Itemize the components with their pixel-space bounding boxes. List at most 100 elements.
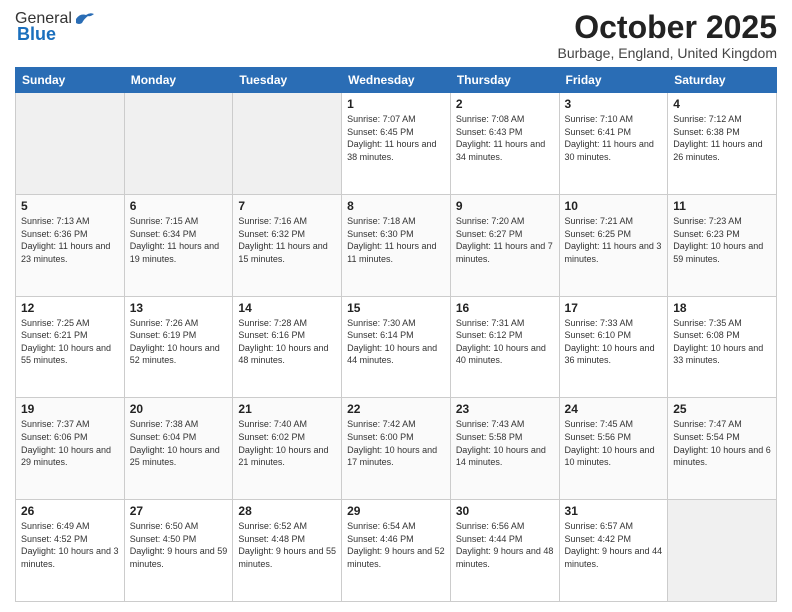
calendar-cell: 2 Sunrise: 7:08 AM Sunset: 6:43 PM Dayli… (450, 93, 559, 195)
day-info: Sunrise: 7:07 AM Sunset: 6:45 PM Dayligh… (347, 114, 436, 162)
calendar-cell: 16 Sunrise: 7:31 AM Sunset: 6:12 PM Dayl… (450, 296, 559, 398)
calendar-cell: 14 Sunrise: 7:28 AM Sunset: 6:16 PM Dayl… (233, 296, 342, 398)
day-number: 25 (673, 402, 771, 416)
day-number: 4 (673, 97, 771, 111)
day-number: 29 (347, 504, 445, 518)
day-number: 9 (456, 199, 554, 213)
day-info: Sunrise: 7:26 AM Sunset: 6:19 PM Dayligh… (130, 318, 220, 366)
day-info: Sunrise: 7:42 AM Sunset: 6:00 PM Dayligh… (347, 419, 437, 467)
day-number: 19 (21, 402, 119, 416)
day-info: Sunrise: 6:52 AM Sunset: 4:48 PM Dayligh… (238, 521, 336, 569)
day-number: 23 (456, 402, 554, 416)
day-info: Sunrise: 6:54 AM Sunset: 4:46 PM Dayligh… (347, 521, 445, 569)
calendar-week-3: 19 Sunrise: 7:37 AM Sunset: 6:06 PM Dayl… (16, 398, 777, 500)
calendar-week-1: 5 Sunrise: 7:13 AM Sunset: 6:36 PM Dayli… (16, 194, 777, 296)
page: General Blue October 2025 Burbage, Engla… (0, 0, 792, 612)
calendar-cell: 18 Sunrise: 7:35 AM Sunset: 6:08 PM Dayl… (668, 296, 777, 398)
day-number: 31 (565, 504, 663, 518)
calendar-cell: 7 Sunrise: 7:16 AM Sunset: 6:32 PM Dayli… (233, 194, 342, 296)
calendar-cell: 3 Sunrise: 7:10 AM Sunset: 6:41 PM Dayli… (559, 93, 668, 195)
day-number: 11 (673, 199, 771, 213)
day-number: 20 (130, 402, 228, 416)
calendar-cell: 19 Sunrise: 7:37 AM Sunset: 6:06 PM Dayl… (16, 398, 125, 500)
calendar-cell: 31 Sunrise: 6:57 AM Sunset: 4:42 PM Dayl… (559, 500, 668, 602)
calendar-header-saturday: Saturday (668, 68, 777, 93)
day-info: Sunrise: 7:16 AM Sunset: 6:32 PM Dayligh… (238, 216, 327, 264)
day-info: Sunrise: 7:35 AM Sunset: 6:08 PM Dayligh… (673, 318, 763, 366)
day-number: 14 (238, 301, 336, 315)
logo-bird-icon (74, 11, 94, 27)
day-info: Sunrise: 7:45 AM Sunset: 5:56 PM Dayligh… (565, 419, 655, 467)
calendar-cell: 29 Sunrise: 6:54 AM Sunset: 4:46 PM Dayl… (342, 500, 451, 602)
calendar-header-thursday: Thursday (450, 68, 559, 93)
day-info: Sunrise: 6:56 AM Sunset: 4:44 PM Dayligh… (456, 521, 554, 569)
day-info: Sunrise: 7:25 AM Sunset: 6:21 PM Dayligh… (21, 318, 111, 366)
calendar-cell (16, 93, 125, 195)
location: Burbage, England, United Kingdom (558, 45, 777, 61)
calendar-cell: 10 Sunrise: 7:21 AM Sunset: 6:25 PM Dayl… (559, 194, 668, 296)
day-info: Sunrise: 6:57 AM Sunset: 4:42 PM Dayligh… (565, 521, 663, 569)
day-info: Sunrise: 7:33 AM Sunset: 6:10 PM Dayligh… (565, 318, 655, 366)
calendar-cell: 23 Sunrise: 7:43 AM Sunset: 5:58 PM Dayl… (450, 398, 559, 500)
calendar-header-friday: Friday (559, 68, 668, 93)
calendar-cell: 17 Sunrise: 7:33 AM Sunset: 6:10 PM Dayl… (559, 296, 668, 398)
day-info: Sunrise: 7:31 AM Sunset: 6:12 PM Dayligh… (456, 318, 546, 366)
calendar-cell: 22 Sunrise: 7:42 AM Sunset: 6:00 PM Dayl… (342, 398, 451, 500)
calendar-week-0: 1 Sunrise: 7:07 AM Sunset: 6:45 PM Dayli… (16, 93, 777, 195)
calendar-cell: 9 Sunrise: 7:20 AM Sunset: 6:27 PM Dayli… (450, 194, 559, 296)
calendar-header-tuesday: Tuesday (233, 68, 342, 93)
logo-blue-text: Blue (17, 24, 56, 45)
day-info: Sunrise: 7:21 AM Sunset: 6:25 PM Dayligh… (565, 216, 662, 264)
day-number: 6 (130, 199, 228, 213)
calendar-cell (668, 500, 777, 602)
calendar-cell: 11 Sunrise: 7:23 AM Sunset: 6:23 PM Dayl… (668, 194, 777, 296)
day-number: 12 (21, 301, 119, 315)
day-number: 13 (130, 301, 228, 315)
calendar-cell: 13 Sunrise: 7:26 AM Sunset: 6:19 PM Dayl… (124, 296, 233, 398)
day-info: Sunrise: 6:49 AM Sunset: 4:52 PM Dayligh… (21, 521, 119, 569)
calendar-cell: 4 Sunrise: 7:12 AM Sunset: 6:38 PM Dayli… (668, 93, 777, 195)
day-info: Sunrise: 7:28 AM Sunset: 6:16 PM Dayligh… (238, 318, 328, 366)
day-number: 24 (565, 402, 663, 416)
calendar-cell: 25 Sunrise: 7:47 AM Sunset: 5:54 PM Dayl… (668, 398, 777, 500)
day-number: 17 (565, 301, 663, 315)
calendar-cell: 28 Sunrise: 6:52 AM Sunset: 4:48 PM Dayl… (233, 500, 342, 602)
day-info: Sunrise: 7:08 AM Sunset: 6:43 PM Dayligh… (456, 114, 545, 162)
calendar-cell: 27 Sunrise: 6:50 AM Sunset: 4:50 PM Dayl… (124, 500, 233, 602)
day-info: Sunrise: 7:13 AM Sunset: 6:36 PM Dayligh… (21, 216, 110, 264)
day-number: 15 (347, 301, 445, 315)
calendar-cell: 24 Sunrise: 7:45 AM Sunset: 5:56 PM Dayl… (559, 398, 668, 500)
logo: General Blue (15, 10, 94, 45)
title-section: October 2025 Burbage, England, United Ki… (558, 10, 777, 61)
day-number: 7 (238, 199, 336, 213)
day-number: 22 (347, 402, 445, 416)
calendar-cell: 6 Sunrise: 7:15 AM Sunset: 6:34 PM Dayli… (124, 194, 233, 296)
calendar-table: SundayMondayTuesdayWednesdayThursdayFrid… (15, 67, 777, 602)
calendar-header-sunday: Sunday (16, 68, 125, 93)
day-info: Sunrise: 7:47 AM Sunset: 5:54 PM Dayligh… (673, 419, 771, 467)
day-info: Sunrise: 7:10 AM Sunset: 6:41 PM Dayligh… (565, 114, 654, 162)
day-number: 10 (565, 199, 663, 213)
calendar-cell: 26 Sunrise: 6:49 AM Sunset: 4:52 PM Dayl… (16, 500, 125, 602)
day-number: 26 (21, 504, 119, 518)
calendar-week-4: 26 Sunrise: 6:49 AM Sunset: 4:52 PM Dayl… (16, 500, 777, 602)
calendar-header-row: SundayMondayTuesdayWednesdayThursdayFrid… (16, 68, 777, 93)
calendar-cell: 15 Sunrise: 7:30 AM Sunset: 6:14 PM Dayl… (342, 296, 451, 398)
calendar-header-monday: Monday (124, 68, 233, 93)
day-info: Sunrise: 7:18 AM Sunset: 6:30 PM Dayligh… (347, 216, 436, 264)
day-info: Sunrise: 7:20 AM Sunset: 6:27 PM Dayligh… (456, 216, 553, 264)
calendar-header-wednesday: Wednesday (342, 68, 451, 93)
day-info: Sunrise: 7:37 AM Sunset: 6:06 PM Dayligh… (21, 419, 111, 467)
day-number: 2 (456, 97, 554, 111)
calendar-cell (233, 93, 342, 195)
day-info: Sunrise: 7:23 AM Sunset: 6:23 PM Dayligh… (673, 216, 763, 264)
day-info: Sunrise: 7:43 AM Sunset: 5:58 PM Dayligh… (456, 419, 546, 467)
day-number: 30 (456, 504, 554, 518)
calendar-cell: 30 Sunrise: 6:56 AM Sunset: 4:44 PM Dayl… (450, 500, 559, 602)
calendar-week-2: 12 Sunrise: 7:25 AM Sunset: 6:21 PM Dayl… (16, 296, 777, 398)
day-info: Sunrise: 7:15 AM Sunset: 6:34 PM Dayligh… (130, 216, 219, 264)
calendar-cell: 8 Sunrise: 7:18 AM Sunset: 6:30 PM Dayli… (342, 194, 451, 296)
day-number: 5 (21, 199, 119, 213)
header: General Blue October 2025 Burbage, Engla… (15, 10, 777, 61)
day-info: Sunrise: 6:50 AM Sunset: 4:50 PM Dayligh… (130, 521, 228, 569)
